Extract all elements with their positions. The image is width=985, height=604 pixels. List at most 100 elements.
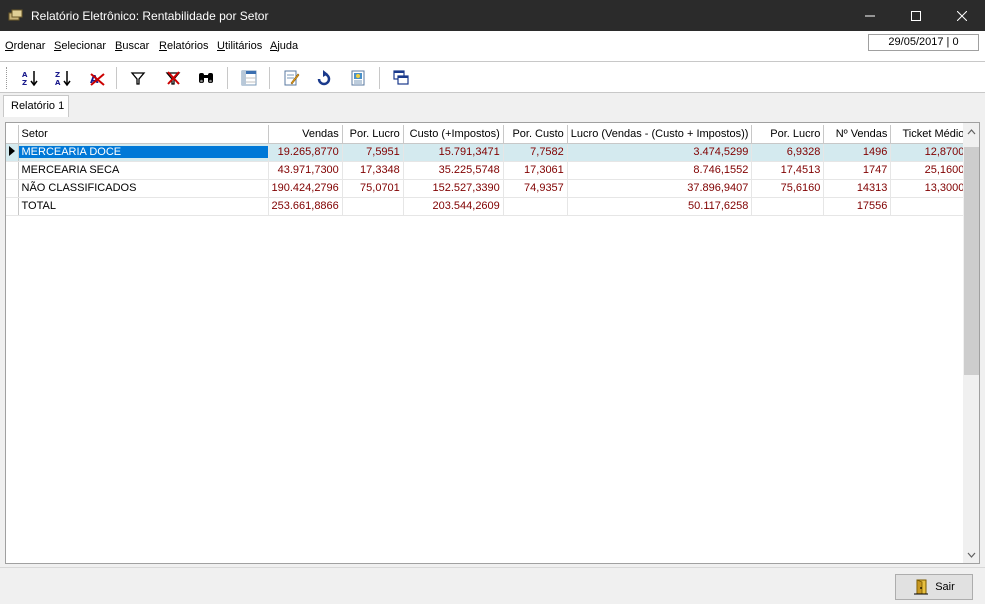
exit-button-label: Sair [935, 581, 955, 593]
refresh-icon [317, 70, 331, 86]
chevron-up-icon [967, 128, 976, 134]
column-header-custo[interactable]: Custo (+Impostos) [403, 125, 504, 144]
table-cell[interactable]: 152.527,3390 [403, 179, 504, 198]
columns-icon [241, 70, 257, 86]
row-indicator [6, 161, 19, 180]
menu-selecionar[interactable]: Selecionar [54, 40, 106, 52]
table-cell[interactable]: MERCEARIA SECA [18, 161, 269, 180]
table-cell[interactable]: 8.746,1552 [567, 161, 753, 180]
indicator-header [6, 125, 19, 144]
table-row[interactable]: MERCEARIA DOCE 19.265,8770 7,5951 15.791… [6, 143, 969, 162]
svg-text:Z: Z [55, 71, 60, 79]
column-header-por-custo[interactable]: Por. Custo [503, 125, 568, 144]
footer-bar: Sair [0, 567, 985, 604]
table-cell[interactable]: 17,3061 [503, 161, 568, 180]
table-cell[interactable]: 19.265,8770 [268, 143, 343, 162]
sort-ascending-button[interactable]: A Z [19, 67, 41, 89]
toolbar-separator [379, 67, 380, 89]
table-row[interactable]: NÃO CLASSIFICADOS 190.424,2796 75,0701 1… [6, 179, 969, 198]
menu-ajuda[interactable]: Ajuda [270, 40, 298, 52]
tab-relatorio-1[interactable]: Relatório 1 [3, 95, 69, 117]
table-cell[interactable]: 17556 [823, 197, 892, 216]
clear-sort-button[interactable]: A [86, 67, 108, 89]
filter-button[interactable] [127, 67, 149, 89]
total-row[interactable]: TOTAL 253.661,8866 203.544,2609 50.117,6… [6, 197, 969, 216]
refresh-button[interactable] [313, 67, 335, 89]
minimize-button[interactable] [847, 0, 893, 31]
sort-descending-button[interactable]: Z A [52, 67, 74, 89]
table-cell[interactable] [890, 197, 969, 216]
window-title: Relatório Eletrônico: Rentabilidade por … [31, 9, 269, 23]
table-cell[interactable]: 17,4513 [751, 161, 825, 180]
row-indicator [6, 197, 19, 216]
clear-sort-icon: A [90, 73, 105, 86]
columns-button[interactable] [238, 67, 260, 89]
row-pointer-icon [8, 145, 15, 156]
table-cell[interactable] [342, 197, 404, 216]
table-cell[interactable]: 17,3348 [342, 161, 404, 180]
binoculars-icon [199, 73, 213, 83]
print-preview-button[interactable] [347, 67, 369, 89]
table-cell[interactable]: 15.791,3471 [403, 143, 504, 162]
svg-text:Z: Z [22, 79, 27, 87]
clear-filter-icon [165, 71, 181, 85]
print-preview-icon [351, 70, 365, 86]
close-button[interactable] [939, 0, 985, 31]
table-cell[interactable]: NÃO CLASSIFICADOS [18, 179, 269, 198]
table-cell[interactable]: 253.661,8866 [268, 197, 343, 216]
table-cell[interactable]: 190.424,2796 [268, 179, 343, 198]
column-header-por-lucro-2[interactable]: Por. Lucro [751, 125, 825, 144]
sort-ascending-icon: A Z [22, 71, 38, 87]
table-cell[interactable]: 37.896,9407 [567, 179, 753, 198]
table-row[interactable]: MERCEARIA SECA 43.971,7300 17,3348 35.22… [6, 161, 969, 180]
column-header-ticket-medio[interactable]: Ticket Médio [890, 125, 969, 144]
menu-buscar[interactable]: Buscar [115, 40, 149, 52]
column-header-setor[interactable]: Setor [18, 125, 269, 144]
exit-button[interactable]: Sair [895, 574, 973, 600]
report-grid[interactable]: Setor Vendas Por. Lucro Custo (+Impostos… [5, 122, 980, 564]
windows-button[interactable] [390, 67, 412, 89]
toolbar-grip[interactable] [6, 67, 9, 89]
table-cell[interactable]: 1747 [823, 161, 892, 180]
search-button[interactable] [195, 67, 217, 89]
column-header-lucro[interactable]: Lucro (Vendas - (Custo + Impostos)) [567, 125, 753, 144]
table-cell[interactable]: MERCEARIA DOCE [18, 143, 269, 162]
table-cell[interactable]: 3.474,5299 [567, 143, 753, 162]
table-cell[interactable]: 12,8700 [890, 143, 969, 162]
table-cell[interactable]: 75,6160 [751, 179, 825, 198]
clear-filter-button[interactable] [162, 67, 184, 89]
scroll-thumb[interactable] [964, 147, 979, 375]
table-cell[interactable]: 35.225,5748 [403, 161, 504, 180]
table-cell[interactable]: 43.971,7300 [268, 161, 343, 180]
column-header-vendas[interactable]: Vendas [268, 125, 343, 144]
menu-utilitarios[interactable]: Utilitários [217, 40, 262, 52]
column-header-num-vendas[interactable]: Nº Vendas [823, 125, 892, 144]
table-cell[interactable] [751, 197, 825, 216]
edit-document-icon [284, 70, 300, 86]
table-cell[interactable]: 13,3000 [890, 179, 969, 198]
vertical-scrollbar[interactable] [963, 123, 979, 563]
menu-ordenar[interactable]: Ordenar [5, 40, 45, 52]
current-row-indicator [6, 143, 19, 162]
column-header-por-lucro[interactable]: Por. Lucro [342, 125, 404, 144]
toolbar-separator [269, 67, 270, 89]
report-table: Setor Vendas Por. Lucro Custo (+Impostos… [6, 125, 969, 216]
table-cell[interactable]: 75,0701 [342, 179, 404, 198]
table-cell[interactable]: 25,1600 [890, 161, 969, 180]
app-icon [8, 7, 24, 23]
table-cell[interactable]: 6,9328 [751, 143, 825, 162]
table-cell[interactable]: 7,5951 [342, 143, 404, 162]
scroll-down-arrow[interactable] [963, 546, 979, 563]
table-cell[interactable]: 14313 [823, 179, 892, 198]
menu-relatorios[interactable]: Relatórios [159, 40, 209, 52]
table-cell[interactable]: 7,7582 [503, 143, 568, 162]
table-cell[interactable]: 203.544,2609 [403, 197, 504, 216]
table-cell[interactable]: 1496 [823, 143, 892, 162]
maximize-button[interactable] [893, 0, 939, 31]
table-cell[interactable]: 74,9357 [503, 179, 568, 198]
scroll-up-arrow[interactable] [963, 123, 979, 140]
table-cell[interactable]: 50.117,6258 [567, 197, 753, 216]
table-cell[interactable]: TOTAL [18, 197, 269, 216]
edit-report-button[interactable] [280, 67, 302, 89]
table-cell[interactable] [503, 197, 568, 216]
